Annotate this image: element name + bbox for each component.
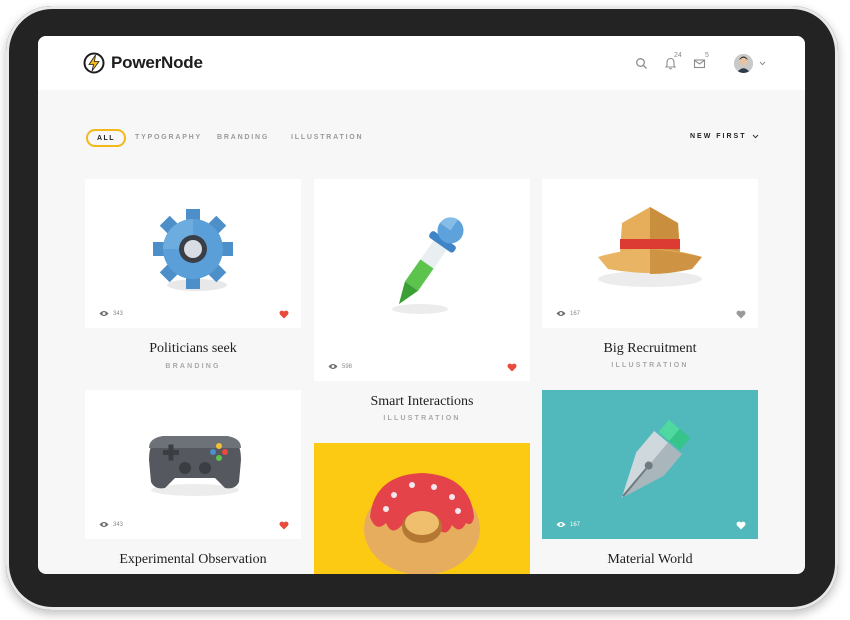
sort-dropdown[interactable]: NEW FIRST xyxy=(690,133,747,140)
card-title[interactable]: Experimental Observation xyxy=(85,552,301,568)
heart-icon[interactable] xyxy=(507,363,517,372)
views-value: 167 xyxy=(570,521,581,528)
gamepad-icon xyxy=(149,436,241,496)
views-count: 167 xyxy=(556,310,580,317)
views-count: 598 xyxy=(328,363,352,370)
views-value: 598 xyxy=(342,363,353,370)
search-icon[interactable] xyxy=(635,57,648,70)
views-count: 167 xyxy=(556,521,580,528)
filter-typography[interactable]: TYPOGRAPHY xyxy=(135,134,202,141)
eye-icon xyxy=(99,522,109,527)
avatar[interactable] xyxy=(734,54,753,73)
hat-icon xyxy=(598,207,702,287)
pen-nib-icon xyxy=(621,419,691,498)
card-category: ILLUSTRATION xyxy=(611,362,689,369)
card-title[interactable]: Big Recruitment xyxy=(542,341,758,357)
heart-icon[interactable] xyxy=(736,521,746,530)
gear-icon xyxy=(153,209,233,291)
project-card-politicians[interactable]: 343 xyxy=(85,179,301,328)
project-card-big-recruitment[interactable]: 167 xyxy=(542,179,758,328)
project-card-smart-interactions[interactable]: 598 xyxy=(314,179,530,381)
project-card-donut[interactable] xyxy=(314,443,530,574)
pipette-icon xyxy=(392,217,464,314)
project-card-experimental-observation[interactable]: 343 xyxy=(85,390,301,539)
screen: PowerNode 24 5 ALL TYPOGRAPHY BRANDING I… xyxy=(38,36,805,574)
card-category: ILLUSTRATION xyxy=(383,415,461,422)
card-title[interactable]: Politicians seek xyxy=(85,341,301,357)
eye-icon xyxy=(328,364,338,369)
heart-icon[interactable] xyxy=(279,521,289,530)
views-value: 343 xyxy=(113,310,124,317)
project-card-material-world[interactable]: 167 xyxy=(542,390,758,539)
card-title[interactable]: Smart Interactions xyxy=(314,394,530,410)
views-count: 343 xyxy=(99,521,123,528)
heart-icon[interactable] xyxy=(279,310,289,319)
eye-icon xyxy=(99,311,109,316)
bolt-logo-icon[interactable] xyxy=(83,52,105,74)
app-header: PowerNode 24 5 xyxy=(38,36,805,90)
heart-icon[interactable] xyxy=(736,310,746,319)
notifications-count: 24 xyxy=(674,52,682,59)
brand-name[interactable]: PowerNode xyxy=(111,53,203,73)
sort-chevron-down-icon[interactable] xyxy=(752,134,759,139)
chevron-down-icon[interactable] xyxy=(759,61,766,66)
messages-count: 5 xyxy=(705,52,709,59)
views-count: 343 xyxy=(99,310,123,317)
filter-illustration[interactable]: ILLUSTRATION xyxy=(291,134,363,141)
card-category: BRANDING xyxy=(165,363,221,370)
donut-icon xyxy=(364,473,480,574)
user-avatar-icon xyxy=(734,54,753,73)
views-value: 167 xyxy=(570,310,581,317)
eye-icon xyxy=(556,311,566,316)
card-title[interactable]: Material World xyxy=(542,552,758,568)
filter-all[interactable]: ALL xyxy=(86,129,126,147)
filter-branding[interactable]: BRANDING xyxy=(217,134,269,141)
eye-icon xyxy=(556,522,566,527)
views-value: 343 xyxy=(113,521,124,528)
